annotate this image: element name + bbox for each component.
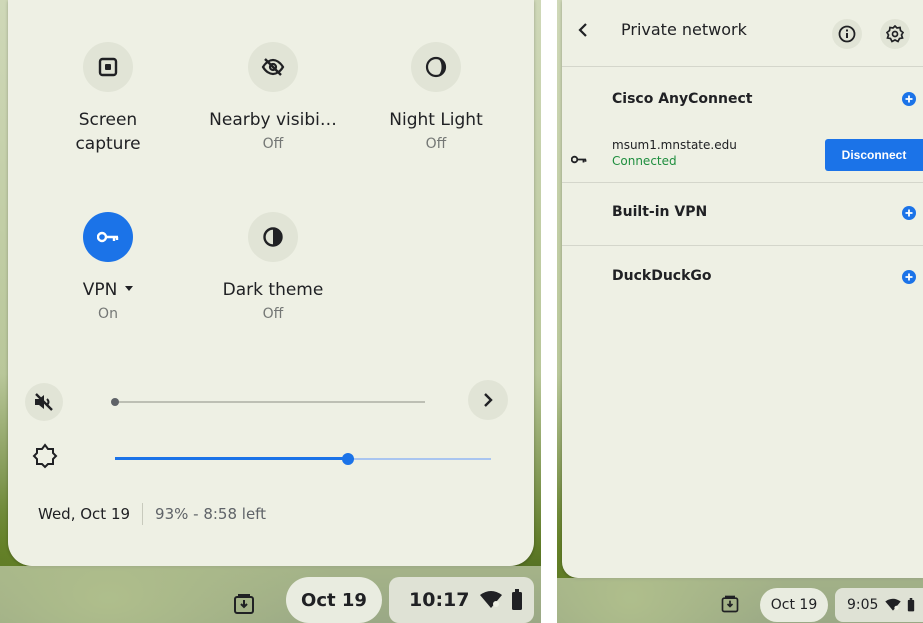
holding-space-button[interactable]: [720, 594, 744, 618]
provider-label: DuckDuckGo: [612, 268, 712, 284]
provider-label: Built-in VPN: [612, 204, 708, 220]
plus-icon: [905, 273, 913, 281]
holding-space-button[interactable]: [228, 588, 260, 620]
panel-footer: Wed, Oct 19 93% - 8:58 left: [38, 503, 266, 525]
brightness-slider[interactable]: [115, 449, 491, 469]
tile-label: Nearby visibi…: [209, 110, 337, 130]
shelf-status-area[interactable]: 9:05: [835, 588, 923, 622]
connection-status: Connected: [612, 154, 677, 168]
wifi-vpn-icon: [480, 591, 503, 608]
volume-slider[interactable]: [111, 392, 425, 412]
shelf-status-area[interactable]: 10:17: [389, 577, 534, 623]
shelf-date-pill[interactable]: Oct 19: [760, 588, 828, 622]
gear-icon: [886, 25, 904, 43]
connection-host[interactable]: msum1.mnstate.edu: [612, 138, 737, 152]
audio-settings-button[interactable]: [468, 380, 508, 420]
tile-status: Off: [262, 136, 284, 152]
section-divider: [562, 182, 923, 183]
tile-status: Off: [262, 306, 284, 322]
tile-label: Screen capture: [75, 110, 141, 154]
battery-icon: [908, 598, 915, 612]
panel-header: Private network: [562, 0, 923, 66]
date-label[interactable]: Wed, Oct 19: [38, 505, 130, 523]
tile-status: Off: [425, 136, 447, 152]
quick-settings-panel: Screen capture Nearby visibi… Off Night …: [8, 0, 534, 566]
back-button[interactable]: [578, 22, 598, 42]
tile-nearby-visibility[interactable]: Nearby visibi… Off: [198, 42, 348, 154]
settings-button[interactable]: [880, 19, 910, 49]
vpn-key-icon: [570, 149, 587, 168]
tile-label: Dark theme: [222, 280, 324, 300]
brightness-thumb[interactable]: [342, 453, 355, 465]
tray-download-icon: [234, 594, 254, 614]
tile-night-light[interactable]: Night Light Off: [361, 42, 511, 154]
tile-dark-theme[interactable]: Dark theme Off: [198, 212, 348, 324]
dark-theme-icon: [248, 212, 298, 262]
shelf-date-pill[interactable]: Oct 19: [286, 577, 382, 623]
chevron-left-icon: [578, 23, 587, 37]
provider-label: Cisco AnyConnect: [612, 91, 753, 107]
plus-icon: [905, 95, 913, 103]
section-divider: [562, 245, 923, 246]
screen-capture-icon: [83, 42, 133, 92]
add-connection-button[interactable]: [902, 92, 916, 106]
private-network-panel: Private network Cisco AnyConnect msum1.m…: [562, 0, 923, 578]
dropdown-caret-icon[interactable]: [125, 285, 134, 291]
tile-label: VPN: [33, 278, 183, 302]
volume-muted-icon: [35, 393, 53, 411]
shelf-date: Oct 19: [301, 589, 367, 611]
shelf-date: Oct 19: [770, 597, 818, 613]
tray-download-icon: [721, 595, 739, 613]
volume-track: [115, 401, 425, 403]
battery-icon: [512, 589, 523, 610]
brightness-icon: [32, 443, 58, 469]
add-connection-button[interactable]: [902, 206, 916, 220]
add-connection-button[interactable]: [902, 270, 916, 284]
disconnect-button[interactable]: Disconnect: [825, 139, 923, 171]
night-light-icon: [411, 42, 461, 92]
info-button[interactable]: [832, 19, 862, 49]
tile-vpn[interactable]: VPN On: [33, 212, 183, 324]
tile-screen-capture[interactable]: Screen capture: [33, 42, 183, 156]
volume-mute-button[interactable]: [25, 383, 63, 421]
wifi-vpn-icon: [885, 598, 902, 611]
info-icon: [838, 25, 856, 43]
volume-thumb[interactable]: [111, 398, 119, 406]
vpn-key-icon: [83, 212, 133, 262]
header-divider: [562, 66, 923, 67]
nearby-visibility-off-icon: [248, 42, 298, 92]
chevron-right-icon: [484, 393, 493, 407]
footer-divider: [142, 503, 144, 525]
plus-icon: [905, 209, 913, 217]
shelf-time: 10:17: [409, 589, 470, 611]
panel-title: Private network: [621, 20, 747, 39]
vpn-label: VPN: [82, 280, 118, 300]
shelf-time: 9:05: [847, 597, 879, 613]
tile-label: Night Light: [389, 110, 483, 130]
tile-status: On: [98, 306, 118, 322]
brightness-fill: [115, 457, 349, 460]
battery-label[interactable]: 93% - 8:58 left: [155, 505, 266, 523]
